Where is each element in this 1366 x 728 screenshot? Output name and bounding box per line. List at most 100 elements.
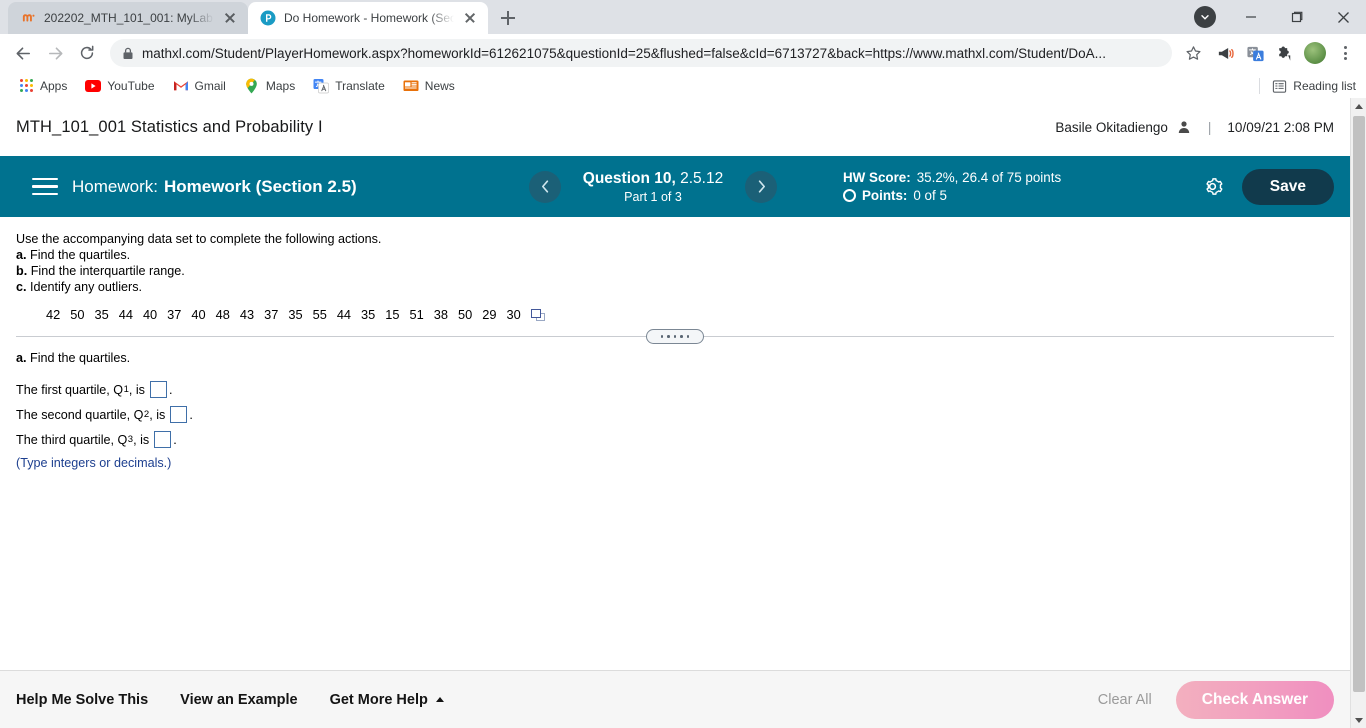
dataset-value: 29 — [482, 307, 497, 322]
dataset-value: 48 — [215, 307, 230, 322]
dataset-value: 35 — [94, 307, 109, 322]
puzzle-icon[interactable] — [1272, 40, 1298, 66]
gear-icon[interactable] — [1202, 176, 1224, 198]
drag-handle-icon[interactable] — [646, 329, 704, 344]
dataset-values: 42 50 35 44 40 37 40 48 43 37 35 55 44 3… — [46, 307, 521, 322]
dataset-value: 44 — [336, 307, 352, 322]
question-part-c: c. Identify any outliers. — [16, 279, 1334, 295]
part-a-label: a. — [16, 248, 27, 262]
dataset-value: 35 — [288, 307, 303, 322]
maximize-icon[interactable] — [1274, 0, 1320, 34]
quartile-1-prefix: The first quartile, Q — [16, 382, 124, 397]
quartile-2-suffix: , is — [149, 407, 166, 422]
quartile-3-input[interactable] — [154, 431, 172, 448]
quartile-3-period: . — [173, 432, 177, 447]
quartile-1-row: The first quartile, Q1, is . — [16, 381, 1334, 398]
get-more-help-label: Get More Help — [329, 691, 428, 708]
chevron-down-pill-icon[interactable] — [1182, 0, 1228, 34]
bookmark-translate[interactable]: Translate — [305, 75, 393, 97]
mathxl-app: MTH_101_001 Statistics and Probability I… — [0, 98, 1350, 728]
megaphone-icon[interactable] — [1212, 40, 1238, 66]
minimize-icon[interactable] — [1228, 0, 1274, 34]
tab-strip: 202202_MTH_101_001: MyLab St Do Homework… — [0, 0, 1366, 34]
question-part-a: a. Find the quartiles. — [16, 247, 1334, 263]
dataset-value: 40 — [142, 307, 158, 322]
datetime: 10/09/21 2:08 PM — [1227, 119, 1334, 135]
question-navigation: Question 10, 2.5.12 Part 1 of 3 — [529, 156, 777, 217]
browser-tab-2-title: Do Homework - Homework (Sect — [284, 11, 454, 25]
scrollbar-thumb[interactable] — [1353, 116, 1365, 692]
page-viewport: MTH_101_001 Statistics and Probability I… — [0, 98, 1366, 728]
course-header-right: Basile Okitadiengo | 10/09/21 2:08 PM — [1055, 119, 1334, 135]
user-name: Basile Okitadiengo — [1055, 119, 1168, 135]
previous-question-button[interactable] — [529, 170, 561, 203]
user-silhouette-icon[interactable] — [1176, 119, 1192, 135]
dataset-value: 30 — [506, 307, 521, 322]
bookmark-news[interactable]: News — [395, 75, 463, 97]
dataset-value: 38 — [433, 307, 448, 322]
new-tab-button[interactable] — [494, 4, 522, 32]
reload-button[interactable] — [72, 38, 102, 68]
part-c-text: Identify any outliers. — [30, 280, 143, 294]
back-button[interactable] — [8, 38, 38, 68]
get-more-help-button[interactable]: Get More Help — [330, 692, 444, 708]
copy-to-clipboard-icon[interactable] — [530, 308, 545, 321]
forward-button[interactable] — [40, 38, 70, 68]
bookmark-apps[interactable]: Apps — [10, 75, 75, 97]
homework-toolbar-right: Save — [1202, 156, 1334, 217]
bookmark-youtube[interactable]: YouTube — [77, 75, 162, 97]
homework-label: Homework: — [72, 176, 158, 196]
news-icon — [403, 78, 419, 94]
clear-all-button[interactable]: Clear All — [1098, 692, 1152, 708]
action-bar-right: Clear All Check Answer — [1098, 680, 1334, 719]
page-title: MTH_101_001 Statistics and Probability I — [16, 117, 323, 136]
quartile-2-row: The second quartile, Q2, is . — [16, 406, 1334, 423]
kebab-menu-icon[interactable] — [1332, 46, 1358, 60]
dataset-value: 51 — [409, 307, 424, 322]
dataset-value: 35 — [361, 307, 376, 322]
quartile-3-row: The third quartile, Q3, is . — [16, 431, 1334, 448]
close-icon[interactable] — [462, 10, 478, 26]
profile-avatar[interactable] — [1302, 40, 1328, 66]
translate-extension-icon[interactable] — [1242, 40, 1268, 66]
hamburger-menu-icon[interactable] — [32, 177, 58, 196]
points-label: Points: — [862, 188, 908, 203]
page-scrollbar[interactable] — [1350, 98, 1366, 728]
browser-tab-2[interactable]: Do Homework - Homework (Sect — [248, 2, 488, 34]
quartile-1-input[interactable] — [149, 381, 167, 398]
hw-score-value: 35.2%, 26.4 of 75 points — [916, 170, 1062, 185]
view-an-example-button[interactable]: View an Example — [180, 692, 297, 708]
part-b-text: Find the interquartile range. — [30, 264, 185, 278]
save-button[interactable]: Save — [1241, 168, 1334, 205]
pearson-icon — [260, 10, 276, 26]
reading-list-button[interactable]: Reading list — [1259, 72, 1356, 100]
part-b-label: b. — [16, 264, 28, 278]
address-bar-url: mathxl.com/Student/PlayerHomework.aspx?h… — [142, 45, 1106, 61]
help-me-solve-this-button[interactable]: Help Me Solve This — [16, 692, 148, 708]
close-icon[interactable] — [1320, 0, 1366, 34]
bookmark-apps-label: Apps — [40, 78, 68, 93]
dataset-value: 15 — [385, 307, 400, 322]
chevron-left-icon — [541, 180, 548, 193]
lock-icon — [122, 47, 134, 60]
answer-heading: a. Find the quartiles. — [16, 351, 1334, 365]
quartile-2-input[interactable] — [170, 406, 188, 423]
dataset-value: 55 — [312, 307, 327, 322]
question-number: 2.5.12 — [680, 169, 724, 187]
hw-score-line: HW Score: 35.2%, 26.4 of 75 points — [843, 170, 1061, 185]
scroll-up-arrow-icon[interactable] — [1351, 98, 1366, 114]
answer-panel: a. Find the quartiles. The first quartil… — [0, 337, 1350, 470]
dataset-value: 44 — [118, 307, 133, 322]
part-a-text: Find the quartiles. — [30, 248, 131, 262]
close-icon[interactable] — [222, 10, 238, 26]
question-intro: Use the accompanying data set to complet… — [16, 232, 382, 246]
reading-list-label: Reading list — [1293, 79, 1356, 93]
address-bar[interactable]: mathxl.com/Student/PlayerHomework.aspx?h… — [110, 39, 1172, 67]
next-question-button[interactable] — [745, 170, 777, 203]
scroll-down-arrow-icon[interactable] — [1351, 712, 1366, 728]
bookmark-star-icon[interactable] — [1180, 45, 1206, 62]
bookmark-gmail[interactable]: Gmail — [165, 75, 234, 97]
browser-tab-1[interactable]: 202202_MTH_101_001: MyLab St — [8, 2, 248, 34]
check-answer-button[interactable]: Check Answer — [1175, 680, 1334, 719]
bookmark-maps[interactable]: Maps — [236, 75, 303, 97]
